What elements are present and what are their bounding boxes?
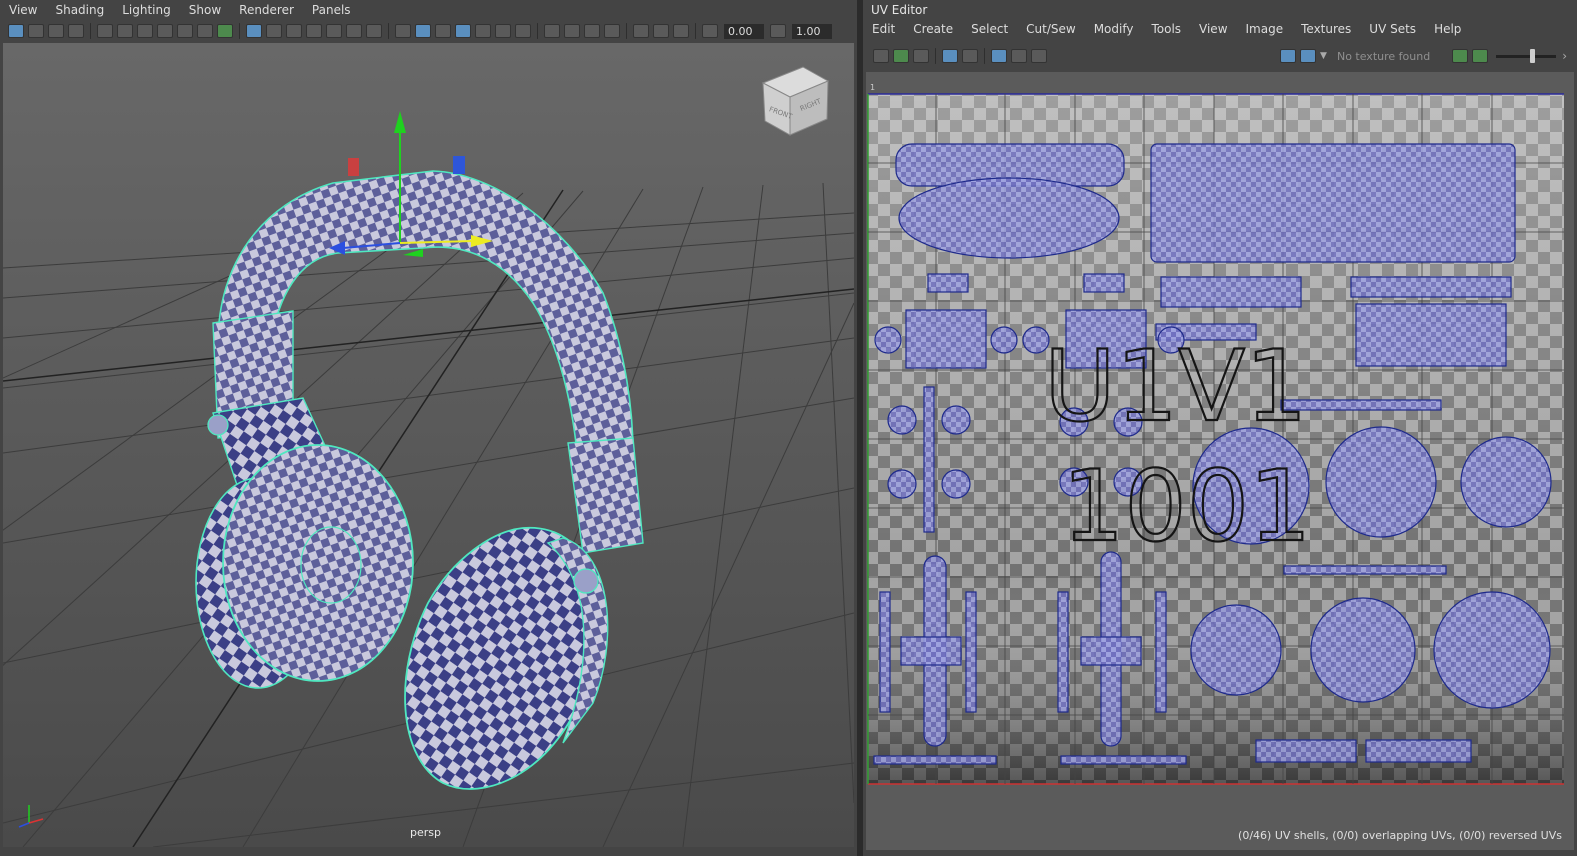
toolbar-divider — [388, 23, 389, 39]
isolate-select-icon[interactable] — [604, 24, 620, 38]
uv-toolkit-icon[interactable] — [893, 49, 909, 63]
viewport-canvas: FRONT RIGHT — [3, 43, 854, 847]
menu-shading[interactable]: Shading — [46, 3, 113, 17]
field-chart-icon[interactable] — [326, 24, 342, 38]
uv-menu-tools[interactable]: Tools — [1142, 22, 1190, 36]
menu-show[interactable]: Show — [180, 3, 230, 17]
bookmark-icon[interactable] — [48, 24, 64, 38]
uv-menu-edit[interactable]: Edit — [863, 22, 904, 36]
pixel-snap-icon[interactable] — [1011, 49, 1027, 63]
menu-renderer[interactable]: Renderer — [230, 3, 303, 17]
grid-icon[interactable] — [246, 24, 262, 38]
ear-cup-left — [222, 444, 414, 682]
uv-menu-select[interactable]: Select — [962, 22, 1017, 36]
hinge-right — [573, 568, 599, 594]
viewport-toolbar: 0.00 1.00 — [0, 20, 857, 42]
multisample-icon[interactable] — [564, 24, 580, 38]
shaded-uvs-icon[interactable] — [942, 49, 958, 63]
uv-menu-view[interactable]: View — [1190, 22, 1236, 36]
select-camera-icon[interactable] — [8, 24, 24, 38]
gate-mask-icon[interactable] — [306, 24, 322, 38]
image-channel-icon[interactable] — [1472, 49, 1489, 63]
toolbar-divider — [626, 23, 627, 39]
uv-menu-cut-sew[interactable]: Cut/Sew — [1017, 22, 1085, 36]
safe-title-icon[interactable] — [366, 24, 382, 38]
ambient-occlusion-icon[interactable] — [515, 24, 531, 38]
smooth-shade-icon[interactable] — [415, 24, 431, 38]
toolbar-divider — [537, 23, 538, 39]
viewport-panel: View Shading Lighting Show Renderer Pane… — [0, 0, 857, 856]
shadows-icon[interactable] — [475, 24, 491, 38]
wireframe-icon[interactable] — [395, 24, 411, 38]
menu-lighting[interactable]: Lighting — [113, 3, 180, 17]
uv-menu-help[interactable]: Help — [1425, 22, 1470, 36]
toolbar-divider — [984, 48, 985, 64]
toolbar-divider — [935, 48, 936, 64]
menu-view[interactable]: View — [0, 3, 46, 17]
lights-icon[interactable] — [495, 24, 511, 38]
image-plane-icon[interactable] — [68, 24, 84, 38]
tile-corner-label: 1 — [870, 83, 875, 92]
uv-menu-image[interactable]: Image — [1237, 22, 1293, 36]
chevron-down-icon[interactable]: ▼ — [1320, 51, 1327, 61]
xray-icon[interactable] — [633, 24, 649, 38]
snapshot-icon[interactable] — [1031, 49, 1047, 63]
film-icon[interactable] — [137, 24, 153, 38]
uv-menu-modify[interactable]: Modify — [1085, 22, 1143, 36]
grease-pencil-icon[interactable] — [217, 24, 233, 38]
default-lighting-icon[interactable] — [435, 24, 451, 38]
uv-menu-textures[interactable]: Textures — [1292, 22, 1360, 36]
toolbar-divider — [90, 23, 91, 39]
safe-action-icon[interactable] — [346, 24, 362, 38]
snapshot-camera-icon[interactable] — [117, 24, 133, 38]
textured-icon[interactable] — [455, 24, 471, 38]
camera-icon[interactable] — [97, 24, 113, 38]
display-image-icon[interactable] — [1280, 49, 1297, 63]
dim-image-slider[interactable] — [1496, 48, 1557, 63]
uv-editor-menubar: Edit Create Select Cut/Sew Modify Tools … — [863, 18, 1470, 40]
grid-display-icon[interactable] — [991, 49, 1007, 63]
camera-label: persp — [410, 826, 441, 839]
uv-editor-title: UV Editor — [871, 3, 928, 17]
uv-editor-panel: UV Editor Edit Create Select Cut/Sew Mod… — [863, 0, 1577, 856]
bookmark-flag-icon[interactable] — [157, 24, 173, 38]
2d-pan-icon[interactable] — [177, 24, 193, 38]
resolution-gate-icon[interactable] — [286, 24, 302, 38]
perspective-viewport[interactable]: FRONT RIGHT persp — [3, 43, 854, 847]
xray-components-icon[interactable] — [673, 24, 689, 38]
uv-menu-create[interactable]: Create — [904, 22, 962, 36]
exposure-field[interactable]: 0.00 — [724, 23, 764, 39]
uv-viewport[interactable]: 1 U1V1 1001 (0/46) UV shells, (0/0) over… — [866, 72, 1574, 850]
uv-distortion-icon[interactable] — [913, 49, 929, 63]
texture-status: No texture found — [1336, 49, 1431, 63]
film-gate-icon[interactable] — [266, 24, 282, 38]
checker-icon[interactable] — [1300, 49, 1317, 63]
viewport-menubar: View Shading Lighting Show Renderer Pane… — [0, 0, 360, 20]
exposure-icon[interactable] — [702, 24, 718, 38]
uv-borders-icon[interactable] — [962, 49, 978, 63]
hinge-left — [207, 414, 229, 436]
camera-attributes-icon[interactable] — [28, 24, 44, 38]
uv-canvas: 1 U1V1 1001 — [866, 72, 1574, 850]
depth-of-field-icon[interactable] — [584, 24, 600, 38]
xray-joints-icon[interactable] — [653, 24, 669, 38]
transform-icon[interactable] — [197, 24, 213, 38]
tile-label-uv: U1V1 — [1044, 330, 1307, 444]
toolbar-divider — [695, 23, 696, 39]
toolbar-divider — [239, 23, 240, 39]
uv-menu-uv-sets[interactable]: UV Sets — [1360, 22, 1425, 36]
uv-status-line: (0/46) UV shells, (0/0) overlapping UVs,… — [1238, 829, 1562, 842]
uv-editor-toolbar: ▼ No texture found › — [863, 44, 1577, 68]
exposure-icon[interactable] — [1452, 49, 1469, 63]
slider-knob[interactable] — [1530, 48, 1536, 63]
uv-shell-select-icon[interactable] — [873, 49, 889, 63]
menu-panels[interactable]: Panels — [303, 3, 360, 17]
gamma-field[interactable]: 1.00 — [792, 23, 832, 39]
tile-label-udim: 1001 — [1062, 450, 1311, 564]
gamma-icon[interactable] — [770, 24, 786, 38]
motion-blur-icon[interactable] — [544, 24, 560, 38]
toolbar-expand-icon[interactable]: › — [1562, 49, 1567, 63]
